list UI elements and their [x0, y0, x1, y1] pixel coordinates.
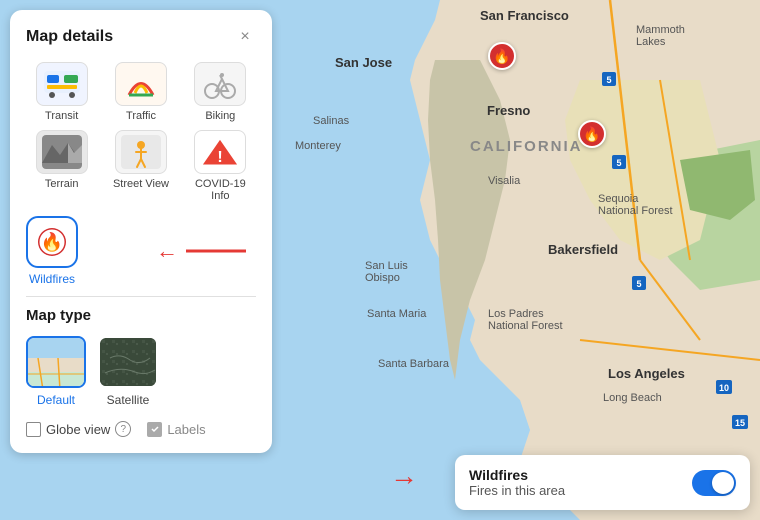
globe-view-label: Globe view [46, 422, 110, 437]
labels-checkbox[interactable]: Labels [147, 422, 205, 437]
wildfire-row: 🔥 Wildfires ← [26, 216, 256, 286]
arrow-line [186, 241, 256, 261]
popup-arrow: → [390, 460, 418, 492]
wildfire-arrow: ← [156, 238, 178, 264]
detail-transit[interactable]: Transit [26, 62, 97, 122]
satellite-label: Satellite [107, 393, 150, 407]
default-label: Default [37, 393, 75, 407]
fire-marker-1: 🔥 [488, 42, 516, 70]
map-type-default[interactable]: Default [26, 336, 86, 407]
map-details-panel: Map details × Transit [10, 10, 272, 453]
fire-marker-2: 🔥 [578, 120, 606, 148]
detail-streetview[interactable]: Street View [105, 130, 176, 202]
svg-text:15: 15 [735, 418, 745, 428]
wildfire-label: Wildfires [29, 272, 75, 286]
svg-text:5: 5 [606, 75, 611, 85]
wildfire-icon: 🔥 [26, 216, 78, 268]
wildfire-item[interactable]: 🔥 Wildfires [26, 216, 78, 286]
biking-label: Biking [205, 110, 235, 122]
map-type-title: Map type [26, 307, 256, 324]
panel-header: Map details × [26, 26, 256, 48]
terrain-icon [36, 130, 88, 174]
map-type-satellite[interactable]: Satellite [98, 336, 158, 407]
wildfire-toggle[interactable] [692, 470, 736, 496]
popup-text: Wildfires Fires in this area [469, 467, 565, 498]
close-button[interactable]: × [234, 26, 256, 48]
svg-text:5: 5 [636, 279, 641, 289]
svg-text:5: 5 [616, 158, 621, 168]
globe-checkbox-icon [26, 422, 41, 437]
labels-label: Labels [167, 422, 205, 437]
detail-grid: Transit Traffic B [26, 62, 256, 202]
streetview-label: Street View [113, 178, 169, 190]
detail-traffic[interactable]: Traffic [105, 62, 176, 122]
streetview-icon [115, 130, 167, 174]
labels-checked-icon [147, 422, 162, 437]
globe-view-checkbox[interactable]: Globe view ? [26, 421, 131, 437]
map-type-grid: Default Satelli [26, 336, 256, 407]
divider [26, 296, 256, 297]
wildfire-popup: Wildfires Fires in this area [455, 455, 750, 510]
transit-icon [36, 62, 88, 106]
svg-text:10: 10 [719, 383, 729, 393]
detail-terrain[interactable]: Terrain [26, 130, 97, 202]
traffic-label: Traffic [126, 110, 156, 122]
covid-label: COVID-19 Info [185, 178, 256, 202]
svg-text:!: ! [218, 149, 223, 166]
options-row: Globe view ? Labels [26, 421, 256, 437]
detail-covid[interactable]: ! COVID-19 Info [185, 130, 256, 202]
default-map-icon [26, 336, 86, 388]
satellite-map-icon [98, 336, 158, 388]
popup-subtitle: Fires in this area [469, 483, 565, 498]
covid-icon: ! [194, 130, 246, 174]
detail-biking[interactable]: Biking [185, 62, 256, 122]
toggle-knob [712, 472, 734, 494]
popup-title: Wildfires [469, 467, 565, 483]
terrain-label: Terrain [45, 178, 79, 190]
svg-text:🔥: 🔥 [41, 231, 63, 252]
transit-label: Transit [45, 110, 78, 122]
globe-info-icon[interactable]: ? [115, 421, 131, 437]
biking-icon [194, 62, 246, 106]
panel-title: Map details [26, 28, 113, 46]
traffic-icon [115, 62, 167, 106]
